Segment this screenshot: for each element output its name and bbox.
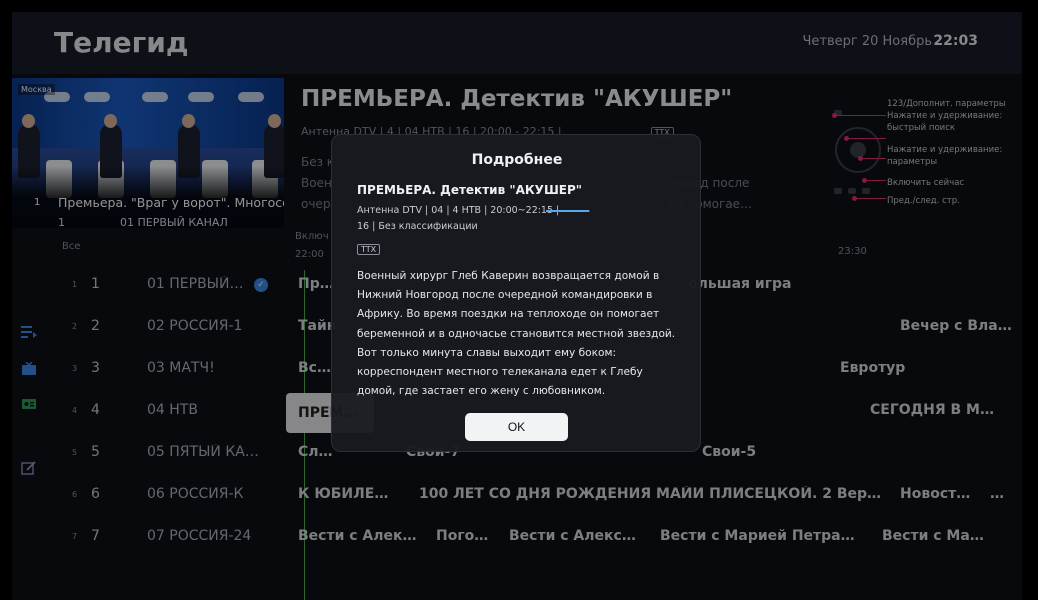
ttx-badge: TTX bbox=[357, 244, 381, 255]
program-progress-bar bbox=[546, 210, 590, 212]
details-dialog: Подробнее ПРЕМЬЕРА. Детектив "АКУШЕР" Ан… bbox=[331, 134, 701, 452]
dialog-title: Подробнее bbox=[471, 152, 563, 168]
dialog-program-meta: Антенна DTV | 04 | 4 НТВ | 20:00~22:15 | bbox=[357, 205, 560, 216]
dialog-rating: 16 | Без классификации bbox=[357, 221, 478, 232]
dialog-program-title: ПРЕМЬЕРА. Детектив "АКУШЕР" bbox=[357, 183, 583, 197]
dialog-description: Военный хирург Глеб Каверин возвращается… bbox=[357, 270, 676, 398]
ok-button[interactable]: OK bbox=[465, 413, 568, 441]
